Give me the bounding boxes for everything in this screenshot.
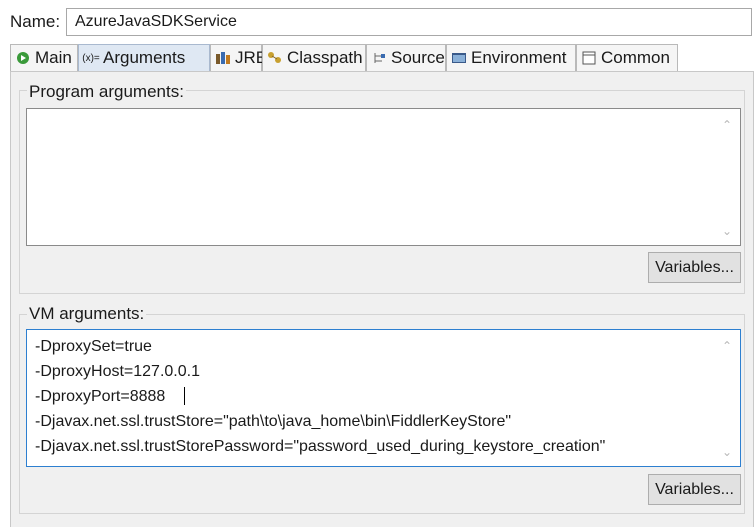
- tab-strip: Main (x)= Arguments JRE Classpath Source…: [10, 44, 754, 72]
- tab-label: Common: [601, 48, 670, 67]
- vm-argument-line: -DproxyPort=8888: [35, 388, 166, 405]
- source-icon: [371, 50, 387, 66]
- name-label: Name:: [10, 12, 61, 31]
- tab-jre[interactable]: JRE: [210, 44, 267, 71]
- tab-source[interactable]: Source: [366, 44, 446, 71]
- text-caret: [184, 387, 185, 405]
- tab-environment[interactable]: Environment: [446, 44, 576, 71]
- scroll-up-icon[interactable]: ⌃: [720, 119, 734, 131]
- program-arguments-label: Program arguments:: [27, 82, 186, 102]
- scroll-down-icon[interactable]: ⌄: [720, 225, 734, 237]
- program-arguments-textarea[interactable]: ⌃ ⌄: [26, 108, 741, 246]
- tab-label: Source: [391, 48, 445, 67]
- program-variables-button[interactable]: Variables...: [648, 252, 741, 283]
- arguments-panel: Program arguments: ⌃ ⌄ Variables... VM a…: [10, 71, 754, 527]
- scroll-down-icon[interactable]: ⌄: [720, 446, 734, 458]
- run-config-icon: [15, 50, 31, 66]
- name-input[interactable]: AzureJavaSDKService: [66, 8, 752, 36]
- arguments-icon: (x)=: [82, 52, 100, 64]
- vm-arguments-textarea[interactable]: -DproxySet=true -DproxyHost=127.0.0.1 -D…: [26, 329, 741, 467]
- tab-main[interactable]: Main: [10, 44, 78, 71]
- vm-argument-line: -DproxyHost=127.0.0.1: [35, 363, 200, 380]
- vm-argument-line: -DproxySet=true: [35, 338, 152, 355]
- library-icon: [215, 50, 231, 66]
- scroll-up-icon[interactable]: ⌃: [720, 340, 734, 352]
- tab-label: Main: [35, 48, 72, 67]
- vm-argument-line: -Djavax.net.ssl.trustStorePassword="pass…: [35, 438, 606, 455]
- tab-label: Arguments: [103, 48, 186, 67]
- vm-variables-button[interactable]: Variables...: [648, 474, 741, 505]
- tab-arguments[interactable]: (x)= Arguments: [78, 44, 210, 71]
- tab-label: Environment: [471, 48, 567, 67]
- classpath-icon: [267, 50, 283, 66]
- environment-icon: [451, 50, 467, 66]
- tab-label: Classpath: [287, 48, 363, 67]
- vm-argument-line: -Djavax.net.ssl.trustStore="path\to\java…: [35, 413, 512, 430]
- common-icon: [581, 50, 597, 66]
- vm-arguments-label: VM arguments:: [27, 304, 147, 324]
- tab-classpath[interactable]: Classpath: [262, 44, 366, 71]
- tab-common[interactable]: Common: [576, 44, 678, 71]
